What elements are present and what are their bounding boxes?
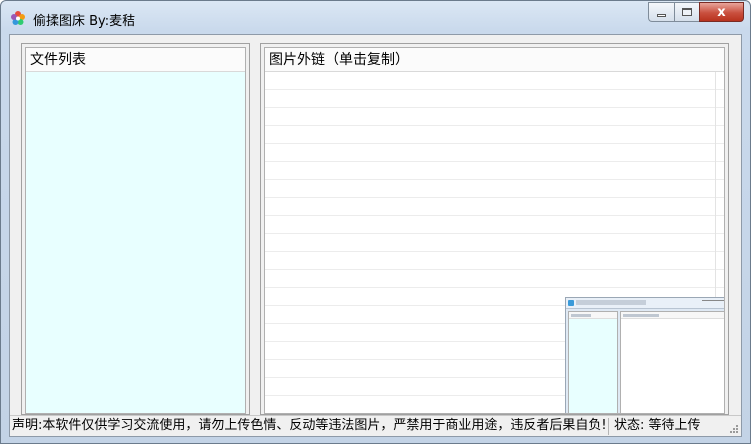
window-title: 偷揉图床 By:麦秸	[33, 14, 136, 29]
app-window: 偷揉图床 By:麦秸 x 文件列表 图片外链（单击复制） 声明:本软件仅供学习交…	[0, 0, 751, 444]
file-list-body[interactable]	[26, 72, 245, 413]
close-icon: x	[717, 4, 726, 20]
preview-links-header	[621, 312, 724, 319]
status-separator	[608, 418, 609, 435]
status-bar: 声明:本软件仅供学习交流使用，请勿上传色情、反动等违法图片，严禁用于商业用途，违…	[10, 415, 741, 436]
preview-window-controls	[702, 300, 724, 306]
upload-status: 状态: 等待上传	[614, 418, 701, 433]
maximize-button[interactable]	[674, 2, 699, 22]
file-list-header[interactable]: 文件列表	[26, 48, 245, 72]
client-area: 文件列表 图片外链（单击复制） 声明:本软件仅供学习交流使用，请勿上传色情、反动…	[9, 34, 742, 437]
preview-links-list	[620, 311, 724, 413]
preview-header-text	[571, 314, 591, 317]
maximize-icon	[682, 8, 692, 16]
image-links-header[interactable]: 图片外链（单击复制）	[265, 48, 724, 72]
minimize-button[interactable]	[648, 2, 674, 22]
preview-file-list	[568, 311, 618, 413]
image-links-panel: 图片外链（单击复制）	[260, 43, 729, 415]
preview-title-bar	[566, 298, 724, 309]
disclaimer-text: 声明:本软件仅供学习交流使用，请勿上传色情、反动等违法图片，严禁用于商业用途，违…	[12, 418, 607, 433]
minimize-icon	[657, 13, 666, 17]
title-bar[interactable]: 偷揉图床 By:麦秸 x	[1, 1, 750, 34]
preview-file-list-header	[569, 312, 617, 319]
image-links-view[interactable]: 图片外链（单击复制）	[264, 47, 725, 414]
file-list-view[interactable]: 文件列表	[25, 47, 246, 414]
preview-title-text	[576, 300, 646, 305]
image-links-list[interactable]	[265, 72, 724, 413]
window-controls: x	[648, 2, 744, 22]
app-flower-icon	[10, 10, 26, 26]
preview-header-text	[623, 314, 659, 317]
preview-app-icon	[568, 300, 574, 306]
file-list-panel: 文件列表	[21, 43, 250, 415]
uploaded-image-preview[interactable]	[565, 297, 724, 413]
resize-grip-icon[interactable]	[729, 424, 739, 434]
close-button[interactable]: x	[699, 2, 744, 22]
